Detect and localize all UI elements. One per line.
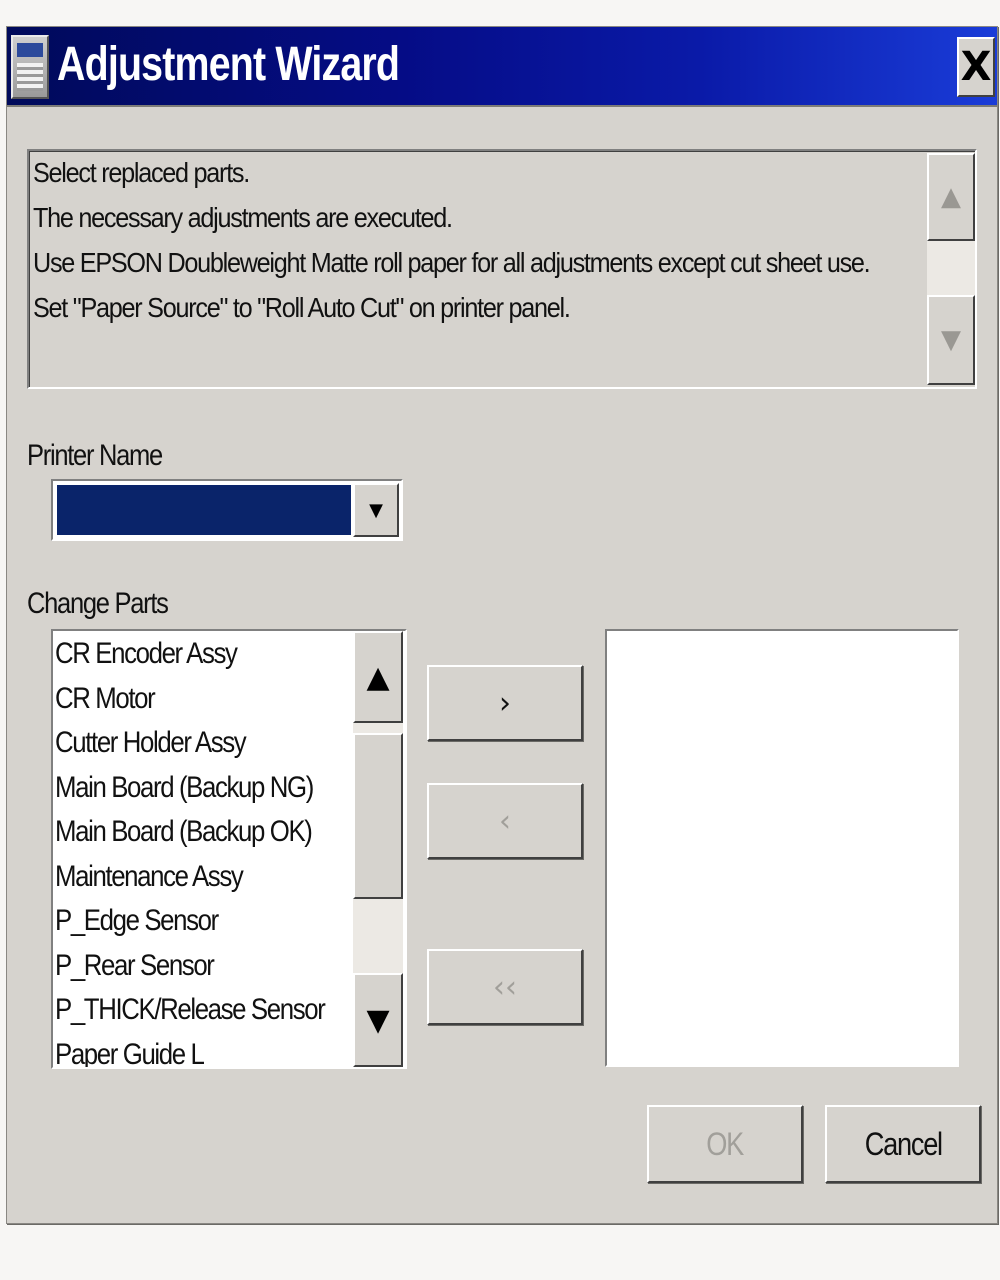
remove-all-parts-button[interactable]: ‹‹ (427, 949, 583, 1025)
instructions-scroll-up-button[interactable]: ▲ (927, 153, 975, 241)
list-item[interactable]: Cutter Holder Assy (55, 726, 310, 771)
list-item[interactable]: Paper Guide L (55, 1038, 310, 1068)
change-parts-scroll-up-button[interactable]: ▲ (353, 631, 403, 723)
arrow-up-icon: ▲ (941, 182, 961, 212)
cancel-button-label: Cancel (864, 1125, 942, 1162)
instructions-text: Select replaced parts. The necessary adj… (33, 157, 913, 337)
list-item[interactable]: Main Board (Backup OK) (55, 815, 313, 860)
list-item[interactable]: Main Board (Backup NG) (55, 771, 314, 816)
cancel-button[interactable]: Cancel (825, 1105, 981, 1183)
list-item[interactable]: CR Encoder Assy (55, 637, 310, 682)
list-item[interactable]: P_Edge Sensor (55, 904, 310, 949)
printer-name-dropdown-button[interactable]: ▼ (353, 483, 399, 537)
instructions-scroll-down-button[interactable]: ▼ (927, 295, 975, 385)
selected-parts-list[interactable] (605, 629, 959, 1067)
remove-part-button[interactable]: ‹ (427, 783, 583, 859)
chevron-down-icon: ▼ (369, 499, 383, 521)
ok-button-label: OK (706, 1125, 745, 1162)
instruction-line: Use EPSON Doubleweight Matte roll paper … (33, 247, 871, 278)
instructions-box: Select replaced parts. The necessary adj… (27, 149, 977, 389)
app-window-icon (11, 35, 49, 99)
arrow-up-icon: ▲ (366, 659, 390, 695)
ok-button[interactable]: OK (647, 1105, 803, 1183)
window-title: Adjustment Wizard (57, 38, 400, 91)
arrow-down-icon: ▼ (366, 1002, 390, 1038)
instruction-line: Select replaced parts. (33, 157, 250, 188)
change-parts-items: CR Encoder Assy CR Motor Cutter Holder A… (55, 637, 351, 1068)
instruction-line: The necessary adjustments are executed. (33, 202, 453, 233)
title-bar[interactable]: Adjustment Wizard X (7, 27, 997, 107)
add-part-button[interactable]: › (427, 665, 583, 741)
arrow-down-icon: ▼ (941, 325, 961, 355)
change-parts-label: Change Parts (27, 587, 169, 620)
printer-name-selected-value[interactable] (57, 485, 351, 535)
printer-name-combobox[interactable]: ▼ (51, 479, 403, 541)
adjustment-wizard-dialog: Adjustment Wizard X Select replaced part… (6, 26, 998, 1224)
list-item[interactable]: CR Motor (55, 682, 310, 727)
change-parts-scroll-thumb[interactable] (353, 733, 403, 899)
change-parts-scroll-down-button[interactable]: ▼ (353, 973, 403, 1067)
instruction-line: Set "Paper Source" to "Roll Auto Cut" on… (33, 292, 571, 323)
printer-name-label: Printer Name (27, 439, 163, 472)
list-item[interactable]: P_Rear Sensor (55, 949, 310, 994)
change-parts-list[interactable]: CR Encoder Assy CR Motor Cutter Holder A… (51, 629, 407, 1069)
list-item[interactable]: Maintenance Assy (55, 860, 310, 905)
close-button[interactable]: X (957, 37, 995, 97)
list-item[interactable]: P_THICK/Release Sensor (55, 993, 326, 1038)
